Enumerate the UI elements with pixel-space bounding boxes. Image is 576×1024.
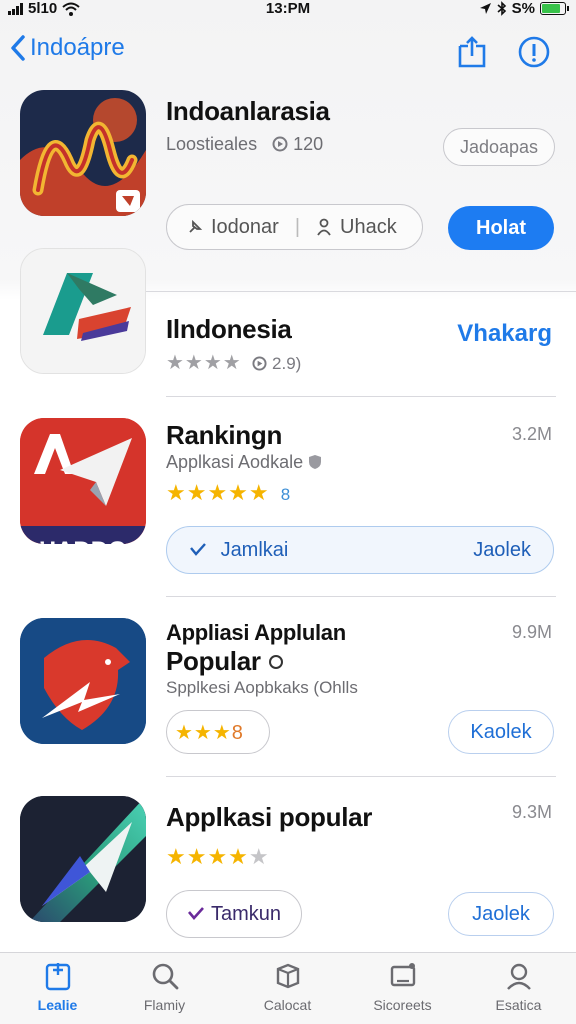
shield-icon (309, 455, 322, 469)
list-item[interactable]: Appliasi Applulan Popular 9.9M Spplkesi … (0, 618, 576, 776)
featured-action-left[interactable]: Iodonar (211, 216, 279, 239)
rating-badge: 8 (231, 721, 244, 744)
app-action-right[interactable]: Jaolek (473, 539, 531, 562)
info-icon (518, 36, 550, 68)
back-button[interactable]: Indoápre (10, 34, 125, 62)
profile-icon (506, 963, 531, 990)
rating-badge: 8 (280, 485, 291, 504)
app-size: 9.3M (511, 802, 552, 822)
featured-app-category: Loostieales (166, 134, 258, 154)
tab-label: Flamiy (143, 997, 186, 1013)
action-separator: | (294, 215, 301, 238)
app-subtitle: Spplkesi Aopbkaks (Ohlls (166, 678, 358, 697)
featured-primary-button[interactable]: Holat (448, 206, 554, 250)
app-icon (20, 618, 146, 744)
search-icon (152, 963, 178, 990)
list-item[interactable]: Ilndonesia ★★★★ 2.9) Vhakarg (0, 248, 576, 396)
back-label: Indoápre (30, 34, 125, 61)
app-size: 9.9M (511, 622, 552, 642)
svg-text:ЧADDO: ЧADDO (39, 537, 127, 544)
featured-action-group: Iodonar | Uhack (166, 204, 423, 250)
app-subtitle-text: Applkasi Aodkale (166, 452, 304, 472)
featured-action-right[interactable]: Uhack (340, 216, 397, 239)
status-bar: 5l10 13:PM S% (0, 0, 576, 22)
tab-profile[interactable]: Esatica (461, 961, 576, 1015)
rating-stars: ★★★★★ (166, 844, 270, 869)
bluetooth-icon (497, 1, 506, 16)
app-icon (20, 796, 146, 922)
app-icon: ЧADDO (20, 418, 146, 544)
nav-bar: Indoápre (0, 30, 576, 76)
person-icon (317, 218, 331, 236)
app-action-left-label: Tamkun (210, 902, 282, 925)
today-icon (45, 963, 70, 991)
app-action-bar: Jamlkai Jaolek (166, 526, 554, 574)
app-get-button[interactable]: Kaolek (448, 710, 554, 754)
status-right: S% (479, 0, 569, 17)
app-action-left[interactable]: Tamkun (166, 890, 302, 938)
check-icon (187, 907, 204, 920)
tab-arcade[interactable]: Sicoreets (345, 961, 460, 1015)
app-action-left-label: Jamlkai (220, 538, 289, 561)
rating-count-group: 120 (272, 134, 323, 154)
featured-rating-count: 120 (293, 134, 324, 154)
rating-icon (252, 356, 267, 371)
battery-label: S% (511, 0, 535, 17)
app-get-button[interactable]: Jaolek (448, 892, 554, 936)
app-icon (20, 248, 146, 374)
location-icon (479, 3, 491, 14)
app-title: Applkasi popular (166, 802, 373, 832)
app-title-line2: Popular (166, 646, 284, 677)
apps-icon (276, 963, 299, 989)
arcade-icon (390, 963, 415, 987)
tab-label: Sicoreets (373, 997, 432, 1013)
app-action-link[interactable]: Vhakarg (457, 320, 552, 348)
featured-secondary-button[interactable]: Jadoapas (443, 128, 555, 166)
list-item[interactable]: Applkasi popular 9.3M ★★★★★ Tamkun Jaole… (0, 796, 576, 946)
badge-icon (268, 655, 283, 669)
battery-icon (540, 2, 569, 15)
app-title-line1: Appliasi Applulan (166, 620, 346, 645)
rating-pill: ★★★8 (166, 710, 270, 754)
divider (166, 396, 556, 397)
tab-today[interactable]: Lealie (0, 961, 115, 1015)
share-icon (458, 36, 486, 68)
tab-label: Lealie (37, 997, 78, 1013)
app-action-left[interactable]: Jamlkai (189, 539, 288, 562)
featured-app-icon[interactable] (20, 90, 146, 216)
tab-apps[interactable]: Calocat (230, 961, 345, 1015)
chevron-left-icon (11, 35, 25, 61)
divider (166, 776, 556, 777)
app-title-line2-text: Popular (166, 646, 261, 676)
tab-search[interactable]: Flamiy (107, 961, 222, 1015)
tab-bar: Lealie Flamiy Calocat Sicoreets Esatica (0, 952, 576, 1024)
info-button[interactable] (516, 34, 552, 70)
app-title: Ilndonesia (166, 314, 292, 344)
share-button[interactable] (454, 34, 490, 70)
featured-app-subtitle: Loostieales 120 (166, 134, 323, 155)
rating-count: 2.9) (252, 354, 301, 373)
tab-label: Calocat (263, 997, 312, 1013)
rating-stars: ★★★★ 2.9) (166, 352, 302, 374)
rating-count-text: 2.9) (272, 354, 302, 373)
rating-stars: ★★★★★ 8 (166, 480, 291, 505)
app-size: 3.2M (511, 424, 552, 444)
check-heart-icon (190, 542, 206, 556)
app-subtitle: Applkasi Aodkale (166, 452, 322, 473)
rating-stars: ★★★8 (175, 721, 244, 744)
tab-label: Esatica (495, 997, 542, 1013)
app-title: Rankingn (166, 420, 283, 450)
list-item[interactable]: ЧADDO Rankingn 3.2M Applkasi Aodkale ★★★… (0, 418, 576, 594)
pin-icon (189, 219, 203, 233)
divider (166, 596, 556, 597)
rating-icon (272, 136, 288, 152)
featured-app-title: Indoanlarasia (166, 96, 330, 126)
